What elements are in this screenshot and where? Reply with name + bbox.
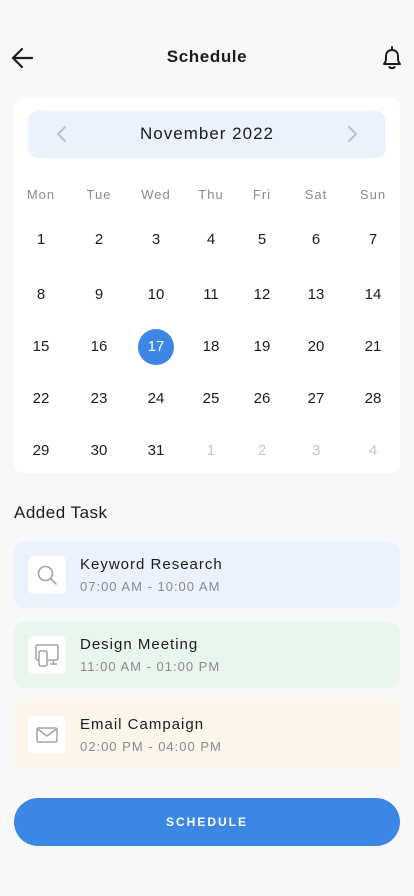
calendar-day[interactable]: 20 xyxy=(298,329,334,365)
weekday-label: Tue xyxy=(86,187,112,202)
section-title-added-task: Added Task xyxy=(14,503,108,522)
calendar-day-next-month: 1 xyxy=(206,442,216,459)
calendar-day[interactable]: 6 xyxy=(298,222,334,258)
calendar-day[interactable]: 2 xyxy=(81,222,117,258)
weekday-label: Mon xyxy=(26,187,56,202)
calendar-grid: Mon Tue Wed Thu Fri Sat Sun 1 2 3 4 5 6 7 8 9 10 11 12 13 14… xyxy=(14,97,400,473)
calendar-day[interactable]: 25 xyxy=(193,381,229,417)
calendar-day[interactable]: 10 xyxy=(138,277,174,313)
calendar-day[interactable]: 29 xyxy=(23,433,59,469)
calendar-day[interactable]: 28 xyxy=(355,381,391,417)
task-name: Keyword Research xyxy=(80,556,223,573)
calendar-day[interactable]: 9 xyxy=(81,277,117,313)
calendar-day[interactable]: 16 xyxy=(81,329,117,365)
task-icon-box xyxy=(28,636,66,674)
calendar-day-next-month: 2 xyxy=(257,442,267,459)
calendar-day-next-month: 4 xyxy=(368,442,378,459)
calendar-day[interactable]: 12 xyxy=(244,277,280,313)
mail-icon xyxy=(35,723,59,747)
calendar-day[interactable]: 4 xyxy=(193,222,229,258)
calendar-day[interactable]: 13 xyxy=(298,277,334,313)
bell-icon xyxy=(383,46,401,70)
task-name: Email Campaign xyxy=(80,716,205,733)
calendar-day[interactable]: 15 xyxy=(23,329,59,365)
devices-icon xyxy=(34,642,60,668)
search-icon xyxy=(35,563,59,587)
calendar-day[interactable]: 7 xyxy=(355,222,391,258)
calendar-day[interactable]: 8 xyxy=(23,277,59,313)
calendar-day[interactable]: 14 xyxy=(355,277,391,313)
calendar-day[interactable]: 18 xyxy=(193,329,229,365)
task-card[interactable]: Email Campaign 02:00 PM - 04:00 PM xyxy=(14,702,400,768)
calendar-day[interactable]: 5 xyxy=(244,222,280,258)
task-time: 02:00 PM - 04:00 PM xyxy=(80,739,222,754)
weekday-label: Sun xyxy=(359,187,387,202)
weekday-label: Wed xyxy=(141,187,171,202)
task-time: 07:00 AM - 10:00 AM xyxy=(80,579,221,594)
schedule-button[interactable]: SCHEDULE xyxy=(14,798,400,846)
page-title: Schedule xyxy=(166,47,248,66)
calendar-day[interactable]: 21 xyxy=(355,329,391,365)
task-name: Design Meeting xyxy=(80,636,199,653)
calendar-day[interactable]: 31 xyxy=(138,433,174,469)
calendar-day-next-month: 3 xyxy=(311,442,321,459)
calendar-day[interactable]: 22 xyxy=(23,381,59,417)
calendar-day[interactable]: 26 xyxy=(244,381,280,417)
calendar-day[interactable]: 30 xyxy=(81,433,117,469)
calendar-day[interactable]: 27 xyxy=(298,381,334,417)
notifications-button[interactable] xyxy=(380,45,404,71)
weekday-label: Thu xyxy=(198,187,224,202)
task-card[interactable]: Design Meeting 11:00 AM - 01:00 PM xyxy=(14,622,400,688)
calendar-day[interactable]: 3 xyxy=(138,222,174,258)
task-time: 11:00 AM - 01:00 PM xyxy=(80,659,221,674)
calendar-day[interactable]: 1 xyxy=(23,222,59,258)
weekday-label: Sat xyxy=(304,187,328,202)
calendar-day[interactable]: 23 xyxy=(81,381,117,417)
calendar-day[interactable]: 11 xyxy=(193,277,229,313)
task-card[interactable]: Keyword Research 07:00 AM - 10:00 AM xyxy=(14,542,400,608)
calendar-day[interactable]: 19 xyxy=(244,329,280,365)
task-icon-box xyxy=(28,716,66,754)
calendar-day[interactable]: 24 xyxy=(138,381,174,417)
task-icon-box xyxy=(28,556,66,594)
weekday-label: Fri xyxy=(252,187,272,202)
calendar-card: November 2022 Mon Tue Wed Thu Fri Sat Sun 1 2 3 4 5… xyxy=(14,97,400,473)
calendar-day-selected[interactable]: 17 xyxy=(138,329,174,365)
